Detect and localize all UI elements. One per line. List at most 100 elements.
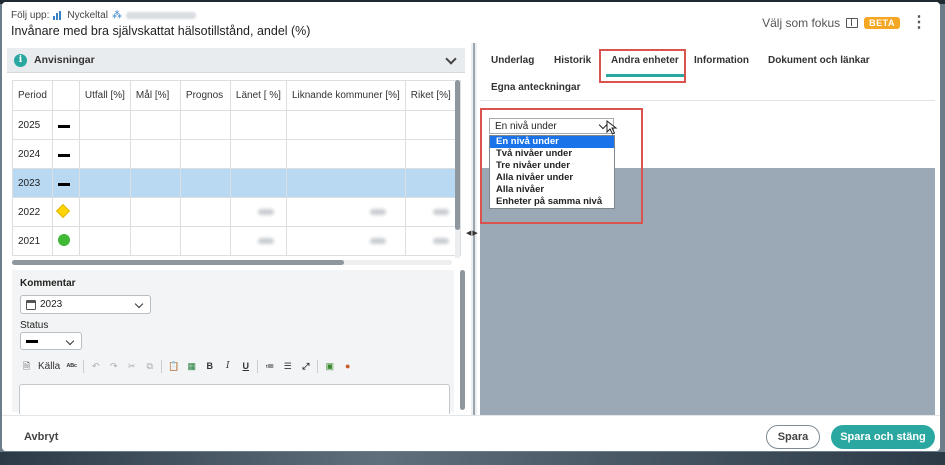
copy-icon[interactable]: ⧉ — [143, 360, 156, 373]
beta-badge: BETA — [864, 17, 900, 29]
value-cell[interactable] — [129, 110, 181, 140]
table-vertical-scrollbar[interactable] — [455, 80, 460, 258]
spellcheck-icon[interactable]: ᴬᴮᶜ — [65, 360, 78, 373]
blurred-unit-name — [125, 12, 196, 19]
column-header: Prognos — [179, 80, 231, 111]
underline-icon[interactable]: U — [239, 360, 252, 373]
tab-dokument-och-lankar[interactable]: Dokument och länkar — [768, 55, 870, 66]
instructions-label: Anvisningar — [34, 54, 95, 66]
scrollbar-thumb[interactable] — [455, 80, 460, 230]
year-select[interactable]: 2023 — [20, 295, 151, 314]
more-options-icon[interactable]: ⋮ — [911, 15, 927, 31]
value-cell — [285, 110, 406, 140]
paste-from-excel-icon[interactable]: ▦ — [185, 360, 198, 373]
blurred-value — [257, 237, 274, 244]
value-cell[interactable] — [179, 197, 231, 227]
image-icon[interactable]: ▣ — [323, 360, 336, 373]
undo-icon[interactable]: ↶ — [89, 360, 102, 373]
save-and-close-button[interactable]: Spara och stäng — [831, 425, 935, 449]
follow-up-line: Följ upp: Nyckeltal ⁂ — [11, 10, 196, 21]
save-button[interactable]: Spara — [766, 425, 820, 449]
maximize-icon[interactable]: ⤢ — [299, 360, 312, 373]
comment-label: Kommentar — [20, 278, 76, 289]
kpi-type-label: Nyckeltal — [67, 10, 108, 21]
modal-header: Följ upp: Nyckeltal ⁂ Invånare med bra s… — [2, 2, 940, 42]
no-status-dash-icon — [26, 339, 38, 343]
tab-underlag[interactable]: Underlag — [491, 55, 534, 66]
bold-icon[interactable]: B — [203, 360, 216, 373]
status-label: Status — [20, 320, 49, 331]
value-cell[interactable] — [179, 226, 231, 256]
tab-egna-anteckningar[interactable]: Egna anteckningar — [491, 82, 580, 93]
blurred-value — [369, 208, 386, 215]
cut-icon[interactable]: ✂ — [125, 360, 138, 373]
italic-icon[interactable]: I — [221, 360, 234, 373]
period-cell: 2022 — [12, 197, 53, 227]
value-cell — [285, 226, 406, 256]
yellow-diamond-icon — [55, 203, 70, 218]
value-cell[interactable] — [179, 139, 231, 169]
value-cell[interactable] — [78, 226, 131, 256]
table-horizontal-scrollbar[interactable] — [12, 260, 452, 265]
no-status-dash-icon — [57, 124, 70, 128]
focus-label: Välj som fokus — [762, 16, 841, 30]
tab-information[interactable]: Information — [694, 55, 749, 66]
value-cell[interactable] — [129, 226, 181, 256]
status-select[interactable] — [20, 332, 82, 350]
table-row-selected[interactable]: 2023 — [12, 168, 461, 198]
comment-section: Kommentar 2023 Status 🗎 Källa ᴬᴮᶜ ↶ ↷ ✂ … — [12, 270, 454, 414]
source-button-label[interactable]: Källa — [38, 361, 60, 372]
bar-chart-icon — [53, 11, 63, 20]
source-icon[interactable]: 🗎 — [20, 360, 33, 373]
left-pane-scrollbar[interactable] — [460, 270, 465, 410]
table-row[interactable]: 2022 — [12, 197, 461, 227]
tab-historik[interactable]: Historik — [554, 55, 591, 66]
comment-editor[interactable] — [19, 384, 450, 414]
value-cell — [285, 168, 406, 198]
value-cell — [229, 168, 287, 198]
splitter-arrows-icon[interactable]: ◀▶ — [466, 229, 479, 237]
value-cell[interactable] — [179, 168, 231, 198]
chevron-down-icon[interactable] — [445, 53, 457, 65]
calendar-icon — [26, 299, 36, 310]
highlight-box-tab — [599, 49, 686, 83]
status-cell — [51, 226, 80, 256]
value-cell[interactable] — [179, 110, 231, 140]
instructions-bar[interactable]: i Anvisningar — [7, 48, 465, 73]
value-cell — [404, 139, 461, 169]
values-table: Period Utfall [%] Mål [%] Prognos Länet … — [12, 80, 461, 256]
table-row[interactable]: 2021 — [12, 226, 461, 256]
value-cell[interactable] — [129, 197, 181, 227]
year-value: 2023 — [40, 299, 63, 310]
info-icon: i — [14, 53, 27, 67]
org-tree-icon: ⁂ — [111, 10, 122, 21]
blurred-value — [369, 237, 386, 244]
value-cell[interactable] — [129, 168, 181, 198]
highlight-box-dropdown — [480, 108, 643, 224]
value-cell — [404, 197, 461, 227]
period-cell: 2021 — [12, 226, 53, 256]
value-cell[interactable] — [78, 168, 131, 198]
column-header — [51, 80, 80, 111]
value-cell[interactable] — [78, 139, 131, 169]
value-cell[interactable] — [78, 110, 131, 140]
table-row[interactable]: 2024 — [12, 139, 461, 169]
user-icon[interactable]: ● — [341, 360, 354, 373]
numbered-list-icon[interactable]: ≔ — [263, 360, 276, 373]
value-cell[interactable] — [129, 139, 181, 169]
value-cell[interactable] — [78, 197, 131, 227]
column-header: Länet [ %] — [229, 80, 287, 111]
toolbar-separator — [317, 360, 319, 373]
blurred-value — [432, 237, 449, 244]
redo-icon[interactable]: ↷ — [107, 360, 120, 373]
value-cell — [229, 226, 287, 256]
paste-icon[interactable]: 📋 — [167, 360, 180, 373]
select-as-focus-button[interactable]: Välj som fokus BETA — [762, 16, 900, 30]
value-cell — [285, 197, 406, 227]
cancel-button[interactable]: Avbryt — [24, 431, 58, 443]
value-cell — [229, 139, 287, 169]
scrollbar-thumb[interactable] — [12, 260, 344, 265]
table-row[interactable]: 2025 — [12, 110, 461, 140]
bulleted-list-icon[interactable]: ☰ — [281, 360, 294, 373]
column-header: Mål [%] — [129, 80, 181, 111]
